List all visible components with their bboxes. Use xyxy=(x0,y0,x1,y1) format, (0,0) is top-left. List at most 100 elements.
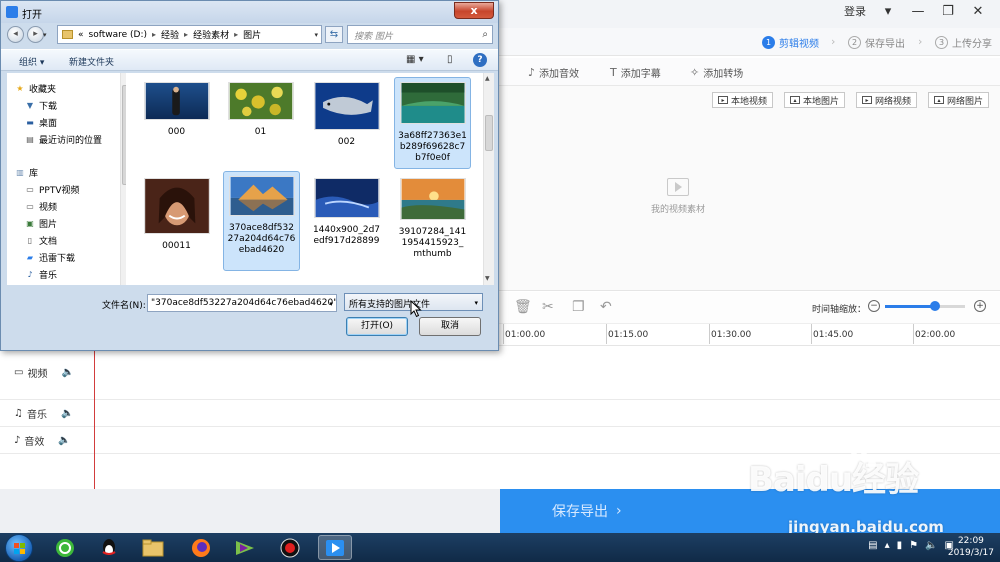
nav-documents[interactable]: ▯ 文档 xyxy=(25,234,57,247)
help-icon[interactable]: ? xyxy=(473,53,487,67)
video-icon: ▭ xyxy=(26,185,34,194)
login-link[interactable]: 登录 xyxy=(844,3,866,19)
nav-pptv-video[interactable]: ▭ PPTV视频 xyxy=(25,183,79,196)
volume-icon[interactable]: 🔈 xyxy=(925,540,937,551)
keyboard-icon[interactable]: ▤ xyxy=(868,540,877,551)
taskbar-app-explorer[interactable] xyxy=(136,535,170,560)
music-track[interactable]: ♫ 音乐 🔈 xyxy=(0,400,1000,427)
file-item[interactable]: 002 xyxy=(308,77,385,147)
step-upload-share[interactable]: 3 上传分享 xyxy=(935,35,992,50)
show-hidden-icons[interactable]: ▴ xyxy=(885,540,890,551)
nav-thunder-downloads[interactable]: ▰ 迅雷下载 xyxy=(25,251,75,264)
scroll-up-icon[interactable]: ▲ xyxy=(485,75,490,82)
network-icon[interactable]: ▮ xyxy=(897,540,903,551)
dialog-close-button[interactable]: x xyxy=(454,2,494,19)
view-options-icon[interactable]: ▦ ▾ xyxy=(406,54,424,65)
online-image-button[interactable]: ▴ 网络图片 xyxy=(928,92,990,108)
zoom-slider-handle[interactable] xyxy=(930,301,940,311)
image-icon: ▴ xyxy=(790,96,800,104)
scroll-down-icon[interactable]: ▼ xyxy=(485,275,490,282)
file-item[interactable]: 3a68ff27363e1b289f69628c7b7f0e0f xyxy=(394,77,471,169)
file-item[interactable]: 1440x900_2d7edf917d28899 xyxy=(308,173,385,251)
timeline-playhead[interactable] xyxy=(94,346,95,489)
thumbnail-image xyxy=(313,178,380,218)
filename-dropdown-icon[interactable]: ▾ xyxy=(329,300,333,308)
copy-icon[interactable]: ❐ xyxy=(572,299,585,315)
maximize-icon[interactable]: ❐ xyxy=(940,4,956,19)
file-item[interactable]: 370ace8df53227a204d64c76ebad4620 xyxy=(223,171,300,271)
document-icon: ▯ xyxy=(27,236,33,245)
file-list-scrollbar[interactable]: ▲ ▼ xyxy=(483,73,494,285)
split-icon[interactable]: ✂ xyxy=(542,299,554,315)
add-sound-effect-button[interactable]: ♪ 添加音效 xyxy=(528,65,579,80)
step-edit-video[interactable]: 1 剪辑视频 xyxy=(762,35,819,50)
taskbar-app-360[interactable] xyxy=(48,535,82,560)
media-player-icon xyxy=(236,540,254,555)
preview-pane-icon[interactable]: ▯ xyxy=(447,54,453,65)
nav-libraries[interactable]: ▥ 库 xyxy=(15,166,38,179)
minimize-icon[interactable]: — xyxy=(910,4,926,19)
taskbar-app-video-editor[interactable] xyxy=(318,535,352,560)
nav-recent[interactable]: ▤ 最近访问的位置 xyxy=(25,133,102,146)
add-subtitle-button[interactable]: T 添加字幕 xyxy=(610,65,661,80)
folder-icon xyxy=(142,539,164,556)
thumbnail-image xyxy=(228,176,295,216)
close-icon[interactable]: ✕ xyxy=(970,4,986,19)
search-input[interactable]: 搜索 图片 ⌕ xyxy=(347,25,493,44)
video-track-header: ▭ 视频 🔈 xyxy=(0,346,95,399)
nav-downloads[interactable]: ▼ 下载 xyxy=(25,99,57,112)
breadcrumb-folder[interactable]: 经验 xyxy=(161,28,179,41)
trash-icon[interactable]: 🗑 xyxy=(514,299,532,315)
menu-dropdown-icon[interactable]: ▾ xyxy=(880,4,896,19)
breadcrumb-folder[interactable]: 经验素材 xyxy=(193,28,229,41)
taskbar-app-firefox[interactable] xyxy=(184,535,218,560)
add-transition-button[interactable]: ✧ 添加转场 xyxy=(690,65,743,80)
nav-pictures[interactable]: ▣ 图片 xyxy=(25,217,57,230)
volume-icon[interactable]: 🔈 xyxy=(61,408,73,419)
nav-favorites[interactable]: ★ 收藏夹 xyxy=(15,82,56,95)
open-button[interactable]: 打开(O) xyxy=(346,317,408,336)
local-video-button[interactable]: ▸ 本地视频 xyxy=(712,92,774,108)
taskbar-app-media[interactable] xyxy=(228,535,262,560)
volume-icon[interactable]: 🔈 xyxy=(61,367,73,378)
recent-locations-dropdown-icon[interactable]: ▾ xyxy=(43,31,47,39)
file-item[interactable]: 01 xyxy=(222,77,299,147)
nav-videos[interactable]: ▭ 视频 xyxy=(25,200,57,213)
file-item[interactable]: 000 xyxy=(138,77,215,147)
video-track[interactable]: ▭ 视频 🔈 xyxy=(0,346,1000,400)
dialog-title-bar[interactable]: 打开 x xyxy=(1,1,498,23)
mouse-cursor-icon xyxy=(410,300,422,318)
file-item[interactable]: 00011 xyxy=(138,173,215,251)
undo-icon[interactable]: ↶ xyxy=(600,299,612,315)
zoom-slider-fill xyxy=(885,305,935,308)
nav-music[interactable]: ♪ 音乐 xyxy=(25,268,57,281)
taskbar-app-qq[interactable] xyxy=(92,535,126,560)
address-bar[interactable]: « software (D:) ▸ 经验 ▸ 经验素材 ▸ 图片 ▾ xyxy=(57,25,322,44)
sound-effect-icon: ♪ xyxy=(528,66,536,79)
cancel-button[interactable]: 取消 xyxy=(419,317,481,336)
forward-arrow-icon[interactable]: ▸ xyxy=(27,26,44,43)
breadcrumb-drive[interactable]: software (D:) xyxy=(89,30,148,40)
filename-input[interactable]: "370ace8df53227a204d64c76ebad4620" ▾ xyxy=(147,294,337,312)
nav-desktop[interactable]: ▬ 桌面 xyxy=(25,116,57,129)
filename-label: 文件名(N): xyxy=(102,301,146,311)
refresh-icon[interactable]: ⇆ xyxy=(325,26,343,43)
new-folder-button[interactable]: 新建文件夹 xyxy=(69,55,114,68)
step-save-export[interactable]: 2 保存导出 xyxy=(848,35,905,50)
taskbar-app-recorder[interactable] xyxy=(273,535,307,560)
organize-button[interactable]: 组织 ▾ xyxy=(19,55,44,68)
volume-icon[interactable]: 🔈 xyxy=(58,435,70,446)
address-dropdown-icon[interactable]: ▾ xyxy=(314,31,318,39)
app-icon xyxy=(6,6,18,18)
zoom-out-icon[interactable]: − xyxy=(868,300,880,312)
back-arrow-icon[interactable]: ◂ xyxy=(7,26,24,43)
flag-icon[interactable]: ⚑ xyxy=(909,540,918,551)
online-video-button[interactable]: ▸ 网络视频 xyxy=(856,92,918,108)
start-button[interactable] xyxy=(5,534,33,562)
video-icon: ▸ xyxy=(718,96,728,104)
system-clock[interactable]: 22:09 2019/3/17 xyxy=(948,535,994,559)
local-image-button[interactable]: ▴ 本地图片 xyxy=(784,92,846,108)
breadcrumb-current[interactable]: 图片 xyxy=(243,28,261,41)
zoom-in-icon[interactable]: + xyxy=(974,300,986,312)
file-item[interactable]: 39107284_1411954415923_mthumb xyxy=(394,173,471,273)
